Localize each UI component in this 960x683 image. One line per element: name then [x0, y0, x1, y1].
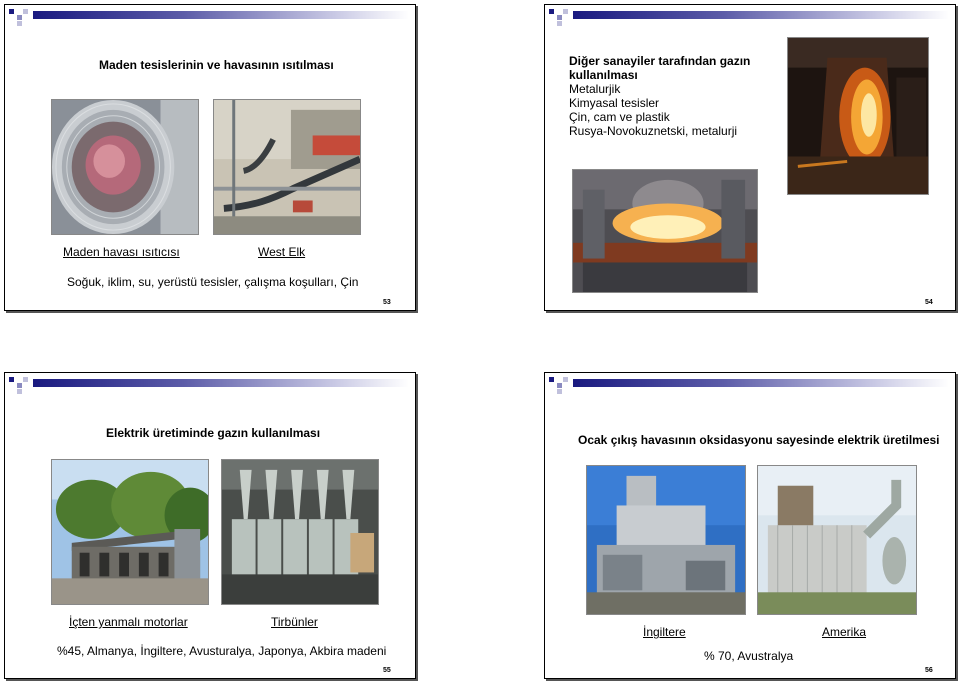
list-line: Çin, cam ve plastik	[569, 110, 670, 124]
list-line: Kimyasal tesisler	[569, 96, 660, 110]
steel-converter-photo	[572, 169, 758, 293]
slide-title-line-2: kullanılması	[569, 68, 638, 82]
slide-title: Elektrik üretiminde gazın kullanılması	[106, 426, 321, 440]
slide-body: %45, Almanya, İngiltere, Avusturalya, Ja…	[57, 644, 387, 658]
slide-54: Diğer sanayiler tarafından gazın kullanı…	[544, 4, 956, 311]
engine-shed-photo	[51, 459, 209, 605]
page-number: 56	[925, 667, 933, 674]
slide-header-decoration	[5, 5, 415, 26]
west-elk-photo	[213, 99, 361, 235]
slide-53: Maden tesislerinin ve havasının ısıtılma…	[4, 4, 416, 311]
england-plant-photo	[586, 465, 746, 615]
turbine-hall-photo	[221, 459, 379, 605]
caption-america: Amerika	[822, 625, 867, 639]
slide-header-decoration	[545, 5, 955, 26]
page-number: 53	[383, 299, 391, 306]
slide-body: Soğuk, iklim, su, yerüstü tesisler, çalı…	[67, 275, 359, 289]
slide-title: Ocak çıkış havasının oksidasyonu sayesin…	[578, 433, 940, 447]
caption-west-elk: West Elk	[258, 245, 306, 259]
caption-turbines: Tirbünler	[271, 615, 318, 629]
air-heater-photo	[51, 99, 199, 235]
slide-56: Ocak çıkış havasının oksidasyonu sayesin…	[544, 372, 956, 679]
caption-air-heater: Maden havası ısıtıcısı	[63, 245, 180, 259]
page-number: 55	[383, 667, 391, 674]
metallurgy-furnace-photo	[787, 37, 929, 195]
slide-header-decoration	[545, 373, 955, 394]
slide-title: Maden tesislerinin ve havasının ısıtılma…	[99, 58, 334, 72]
slide-title-line-1: Diğer sanayiler tarafından gazın	[569, 54, 751, 68]
slide-header-decoration	[5, 373, 415, 394]
page-number: 54	[925, 299, 933, 306]
slide-body: % 70, Avustralya	[704, 649, 794, 663]
list-line: Metalurjik	[569, 82, 621, 96]
slide-55: Elektrik üretiminde gazın kullanılması İ…	[4, 372, 416, 679]
america-plant-photo	[757, 465, 917, 615]
caption-england: İngiltere	[643, 625, 686, 639]
list-line: Rusya-Novokuznetski, metalurji	[569, 124, 738, 138]
caption-engines: İçten yanmalı motorlar	[69, 615, 188, 629]
